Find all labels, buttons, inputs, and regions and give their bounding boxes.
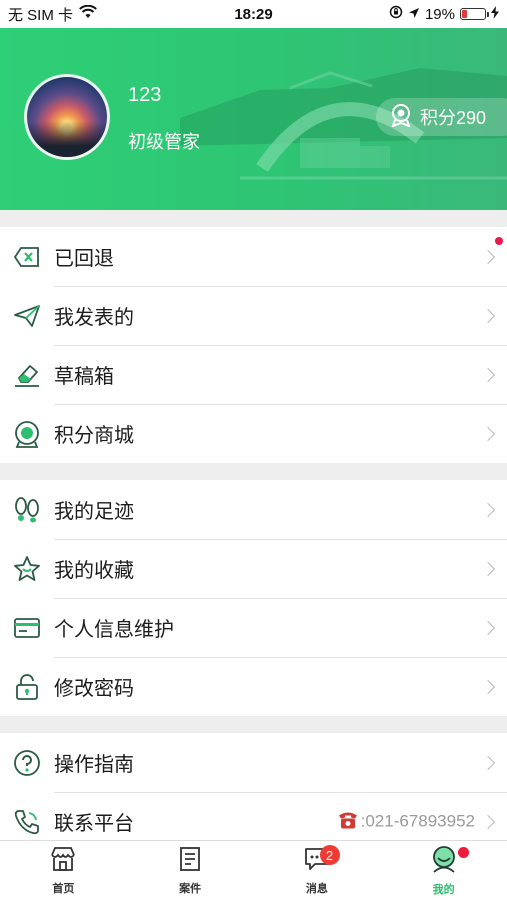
menu-group-2: 我的足迹 我的收藏 个人信息维护 修改密码 xyxy=(0,480,507,716)
menu-item-label: 我的收藏 xyxy=(54,560,134,582)
battery-level xyxy=(462,10,467,18)
chevron-right-icon xyxy=(480,308,496,323)
location-arrow-icon xyxy=(408,6,420,23)
tab-label: 消息 xyxy=(305,882,328,895)
carrier-label: 无 SIM 卡 xyxy=(8,6,74,24)
profile-header: 123 初级管家 积分290 xyxy=(0,28,507,210)
menu-item-personal-info[interactable]: 个人信息维护 xyxy=(0,598,507,657)
points-medal-icon xyxy=(390,103,412,132)
store-icon xyxy=(49,846,77,877)
menu-item-returned[interactable]: 已回退 xyxy=(0,227,507,286)
menu-item-drafts[interactable]: 草稿箱 xyxy=(0,345,507,404)
menu-item-favorites[interactable]: 我的收藏 xyxy=(0,539,507,598)
battery-icon xyxy=(460,8,489,20)
menu-item-label: 我的足迹 xyxy=(54,501,134,523)
phone-number[interactable]: :021-67893952 xyxy=(337,809,475,834)
battery-percent: 19% xyxy=(424,5,455,23)
menu-item-label: 我发表的 xyxy=(54,307,134,329)
chevron-right-icon xyxy=(480,249,496,264)
tab-label: 案件 xyxy=(179,882,202,895)
user-name: 123 xyxy=(128,84,162,106)
menu-item-footprints[interactable]: 我的足迹 xyxy=(0,480,507,539)
menu-group-1: 已回退 我发表的 草稿箱 积分商城 xyxy=(0,227,507,463)
points-label: 积分290 xyxy=(420,108,487,128)
chevron-right-icon xyxy=(480,561,496,576)
points-button[interactable]: 积分290 xyxy=(376,98,507,136)
status-bar: 无 SIM 卡 18:29 19% xyxy=(0,0,507,28)
menu-item-label: 联系平台 xyxy=(54,813,134,835)
menu-group-3: 操作指南 联系平台 :021-67893952 xyxy=(0,733,507,851)
tab-label: 首页 xyxy=(52,882,75,895)
paper-plane-icon xyxy=(12,301,42,331)
tab-home[interactable]: 首页 xyxy=(0,841,127,900)
tab-cases[interactable]: 案件 xyxy=(127,841,254,900)
return-icon xyxy=(12,242,42,272)
menu-item-change-password[interactable]: 修改密码 xyxy=(0,657,507,716)
tab-label: 我的 xyxy=(432,883,455,896)
chevron-right-icon xyxy=(480,755,496,770)
unread-dot xyxy=(458,847,470,858)
menu-item-label: 积分商城 xyxy=(54,425,134,447)
menu-item-label: 草稿箱 xyxy=(54,366,114,388)
eraser-icon xyxy=(12,360,42,390)
wifi-icon xyxy=(79,4,97,23)
chevron-right-icon xyxy=(480,367,496,382)
user-level: 初级管家 xyxy=(128,132,200,152)
charging-bolt-icon xyxy=(491,5,499,23)
tab-messages[interactable]: 消息 2 xyxy=(254,841,381,900)
chevron-right-icon xyxy=(480,502,496,517)
points-medal-icon xyxy=(12,419,42,449)
phone-icon xyxy=(12,807,42,837)
tab-bar: 首页 案件 消息 2 我的 xyxy=(0,840,507,900)
unread-dot xyxy=(495,237,503,245)
menu-item-label: 操作指南 xyxy=(54,754,134,776)
chevron-right-icon xyxy=(480,679,496,694)
star-icon xyxy=(12,554,42,584)
id-card-icon xyxy=(12,613,42,643)
chevron-right-icon xyxy=(480,426,496,441)
tab-profile[interactable]: 我的 xyxy=(380,841,507,900)
document-icon xyxy=(178,846,202,877)
message-count-badge: 2 xyxy=(319,845,340,865)
chevron-right-icon xyxy=(480,814,496,829)
menu-item-points-mall[interactable]: 积分商城 xyxy=(0,404,507,463)
telephone-icon xyxy=(337,809,359,834)
rotation-lock-icon xyxy=(389,5,403,23)
footprints-icon xyxy=(12,495,42,525)
lock-icon xyxy=(12,672,42,702)
profile-icon xyxy=(429,845,459,878)
menu-item-my-posts[interactable]: 我发表的 xyxy=(0,286,507,345)
chevron-right-icon xyxy=(480,620,496,635)
menu-item-label: 个人信息维护 xyxy=(54,619,174,641)
menu-item-label: 已回退 xyxy=(54,248,114,270)
phone-number-text: :021-67893952 xyxy=(360,811,475,831)
help-icon xyxy=(12,748,42,778)
menu-item-label: 修改密码 xyxy=(54,678,134,700)
menu-item-guide[interactable]: 操作指南 xyxy=(0,733,507,792)
avatar[interactable] xyxy=(24,74,110,160)
